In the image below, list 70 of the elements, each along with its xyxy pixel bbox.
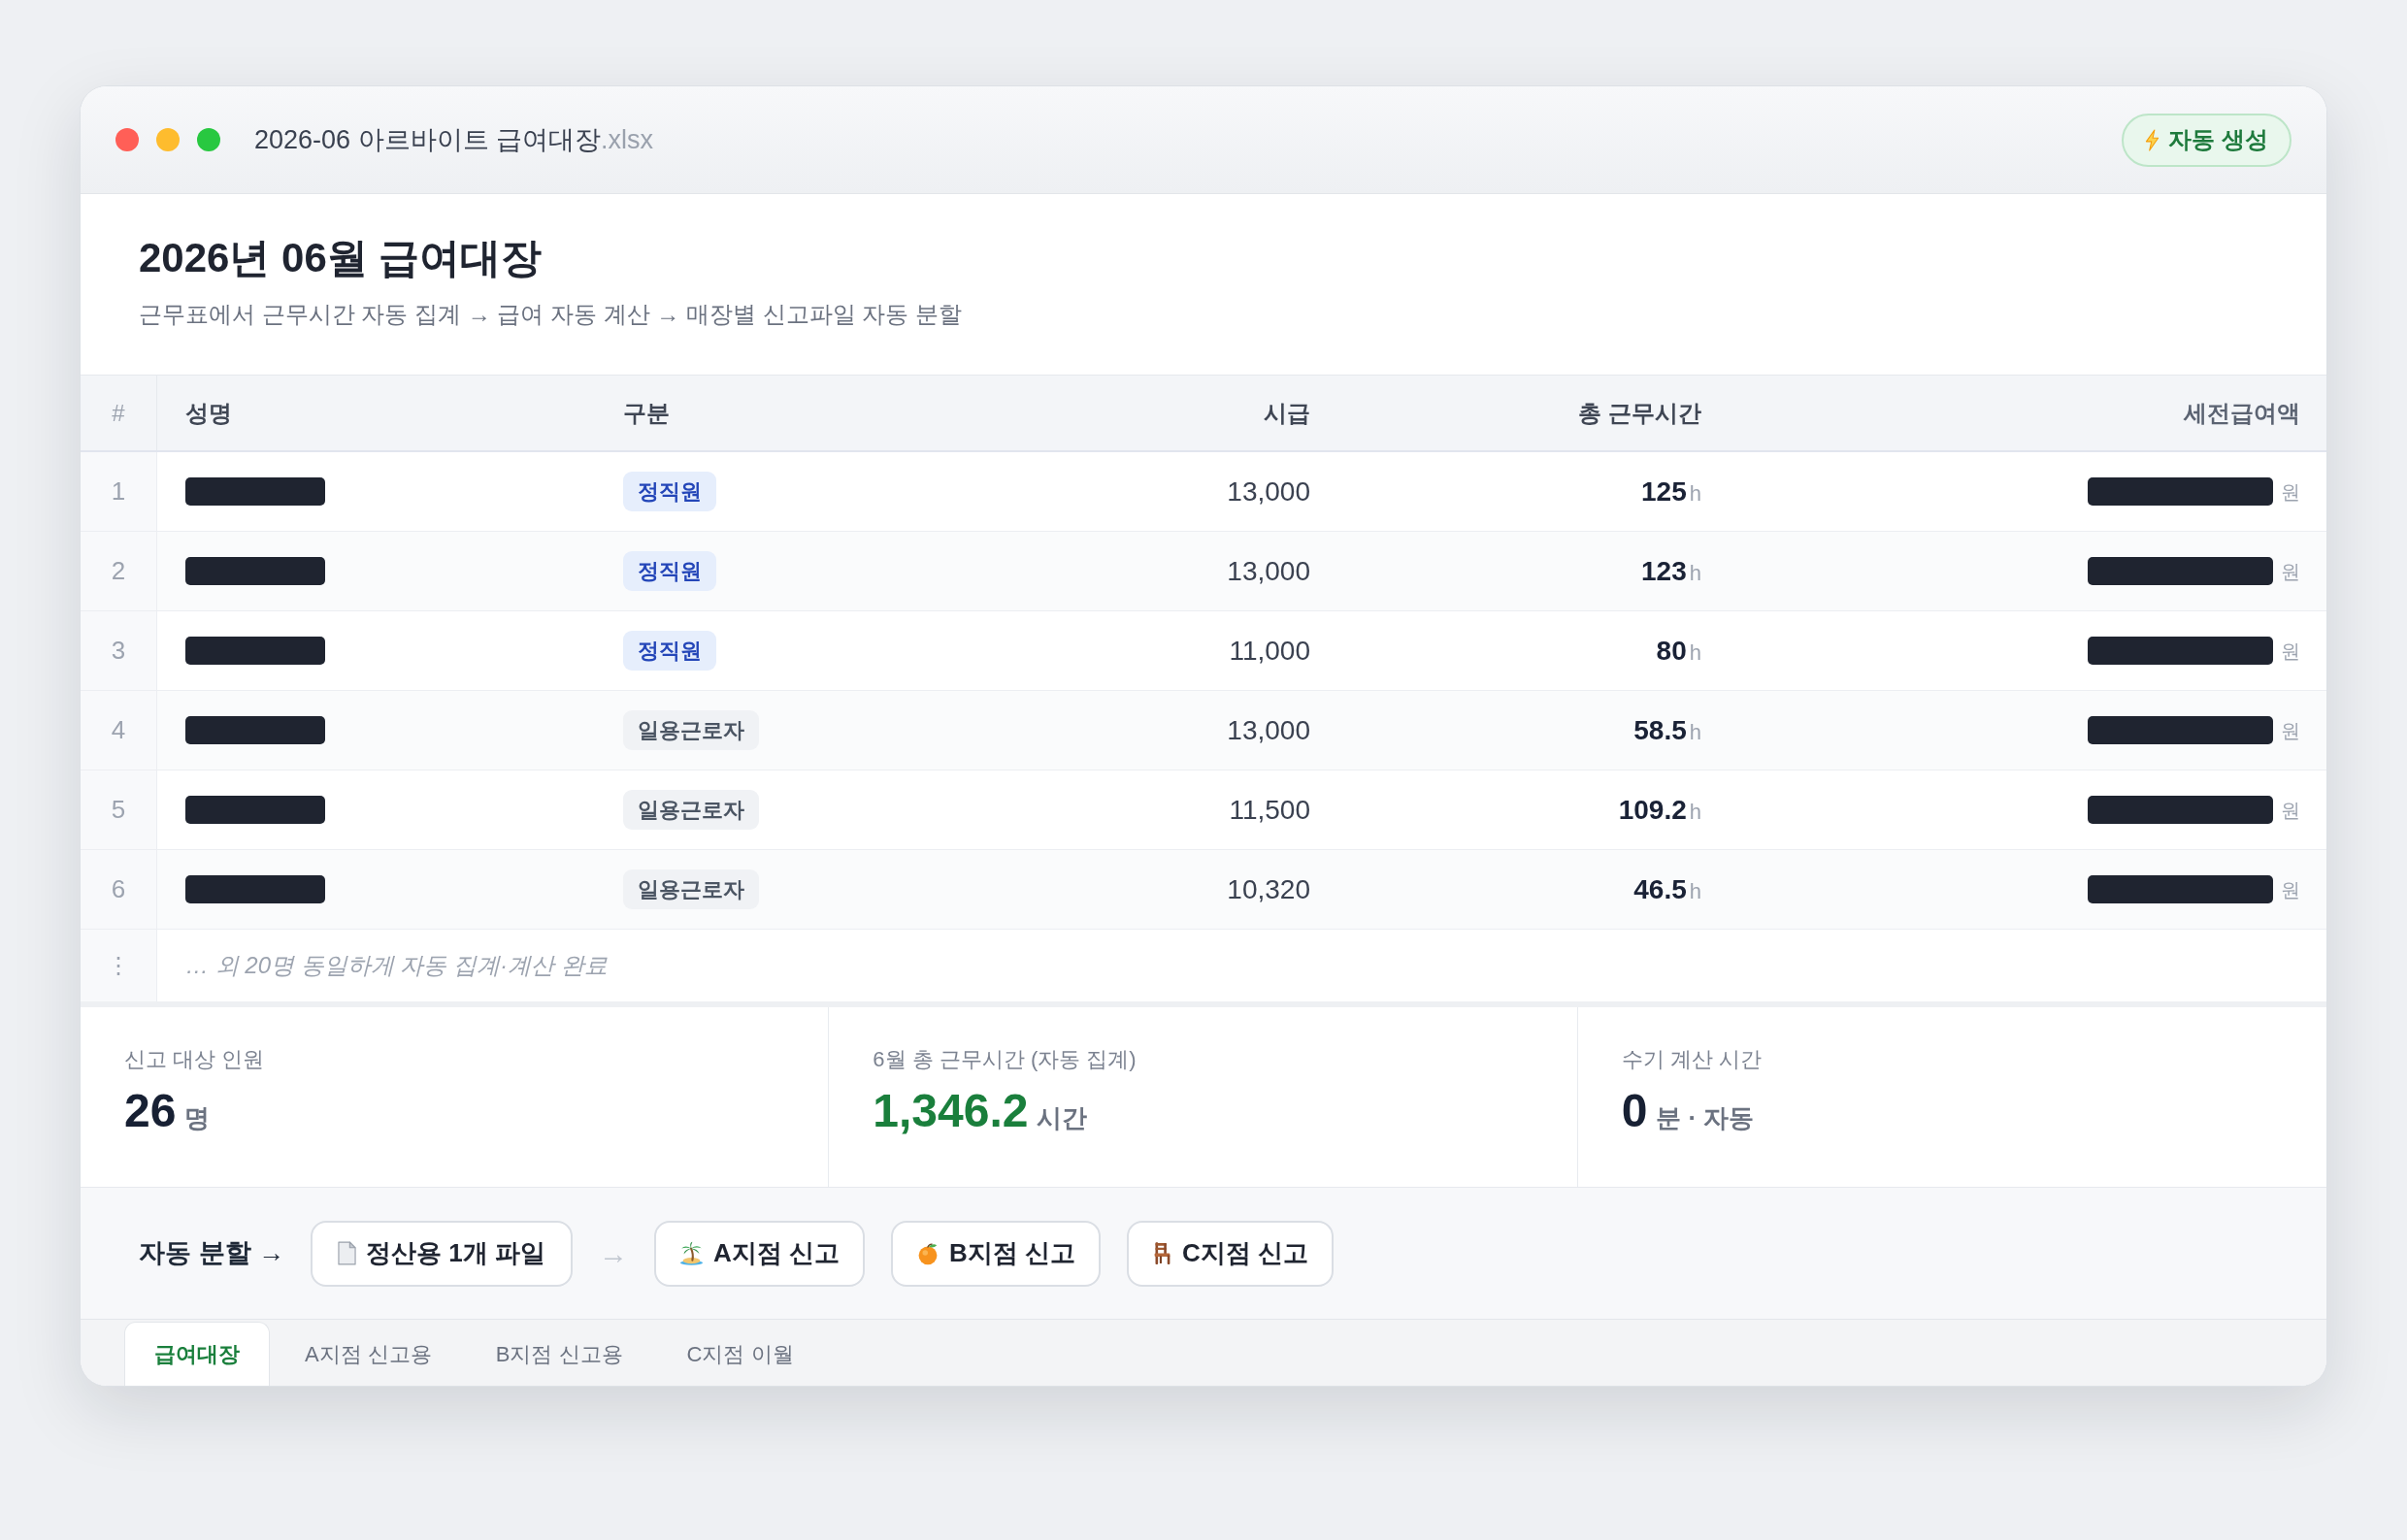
maximize-icon[interactable] [197, 128, 220, 151]
hourly-wage: 11,000 [1229, 634, 1310, 668]
employee-type-tag: 정직원 [623, 472, 716, 511]
employee-type-tag: 일용근로자 [623, 790, 759, 830]
currency-unit: 원 [2281, 718, 2300, 743]
store-report-button[interactable]: C지점 신고 [1126, 1220, 1334, 1287]
lightning-icon [2145, 128, 2160, 151]
stat-unit: 분 · 자동 [1656, 1102, 1755, 1134]
split-label: 자동 분할 → [139, 1237, 284, 1270]
currency-unit: 원 [2281, 639, 2300, 664]
palm-tree-island-icon [678, 1241, 704, 1265]
hours-unit: h [1689, 799, 1701, 826]
stat-value: 1,346.2 [873, 1085, 1029, 1137]
hourly-wage: 13,000 [1227, 475, 1310, 508]
sheet-tab[interactable]: B지점 신고용 [466, 1322, 652, 1386]
sheet-tab[interactable]: C지점 이월 [657, 1322, 823, 1386]
hours-unit: h [1689, 560, 1701, 587]
employee-type-tag: 일용근로자 [623, 710, 759, 750]
sheet-tab[interactable]: 급여대장 [124, 1322, 270, 1386]
employee-type-tag: 일용근로자 [623, 869, 759, 909]
document-icon [338, 1241, 356, 1265]
source-file-button[interactable]: 정산용 1개 파일 [311, 1220, 573, 1287]
employee-type-tag: 정직원 [623, 551, 716, 591]
stat-label: 신고 대상 인원 [124, 1046, 265, 1073]
flow-arrow: → [598, 1236, 628, 1271]
row-number: ⋮ [81, 930, 157, 1001]
hours-unit: h [1689, 719, 1701, 746]
table-footnote: … 외 20명 동일하게 자동 집계·계산 완료 [185, 951, 608, 980]
stat-unit: 시간 [1037, 1102, 1088, 1134]
hours-value: 46.5 [1633, 873, 1687, 906]
row-number: 1 [81, 452, 157, 531]
sheet-tab[interactable]: A지점 신고용 [276, 1322, 461, 1386]
hours-value: 80 [1656, 635, 1687, 668]
report-subtitle: 근무표에서 근무시간 자동 집계 → 급여 자동 계산 → 매장별 신고파일 자동 분할 [139, 300, 962, 329]
hours-value: 125 [1641, 475, 1687, 508]
column-header: 세전급여액 [2184, 398, 2300, 428]
row-number: 3 [81, 611, 157, 690]
stat-label: 6월 총 근무시간 (자동 집계) [873, 1046, 1137, 1073]
close-icon[interactable] [115, 128, 139, 151]
stat-value: 26 [124, 1085, 177, 1137]
column-header: 성명 [185, 398, 232, 428]
stat-value: 0 [1621, 1085, 1648, 1137]
hourly-wage: 10,320 [1227, 872, 1310, 906]
hourly-wage: 11,500 [1229, 793, 1310, 827]
store-report-button[interactable]: B지점 신고 [890, 1220, 1101, 1287]
auto-generate-button[interactable]: 자동 생성 [2122, 113, 2292, 167]
hours-unit: h [1689, 480, 1701, 508]
minimize-icon[interactable] [156, 128, 180, 151]
hours-unit: h [1689, 639, 1701, 667]
hours-value: 123 [1641, 555, 1687, 588]
hours-unit: h [1689, 878, 1701, 905]
hours-value: 109.2 [1618, 794, 1687, 827]
hourly-wage: 13,000 [1227, 713, 1310, 747]
window-title: 2026-06 아르바이트 급여대장.xlsx [254, 123, 654, 156]
report-title: 2026년 06월 급여대장 [139, 234, 543, 282]
hourly-wage: 13,000 [1227, 554, 1310, 588]
column-header: 총 근무시간 [1578, 398, 1701, 428]
currency-unit: 원 [2281, 479, 2300, 505]
currency-unit: 원 [2281, 877, 2300, 902]
currency-unit: 원 [2281, 559, 2300, 584]
row-number: 5 [81, 770, 157, 849]
stat-label: 수기 계산 시간 [1621, 1046, 1762, 1073]
store-report-button[interactable]: A지점 신고 [653, 1220, 865, 1287]
employee-type-tag: 정직원 [623, 631, 716, 671]
currency-unit: 원 [2281, 798, 2300, 823]
column-header: 시급 [1264, 398, 1310, 428]
stat-unit: 명 [184, 1102, 211, 1134]
column-header: # [112, 398, 125, 428]
hours-value: 58.5 [1633, 714, 1687, 747]
column-header: 구분 [623, 398, 670, 428]
